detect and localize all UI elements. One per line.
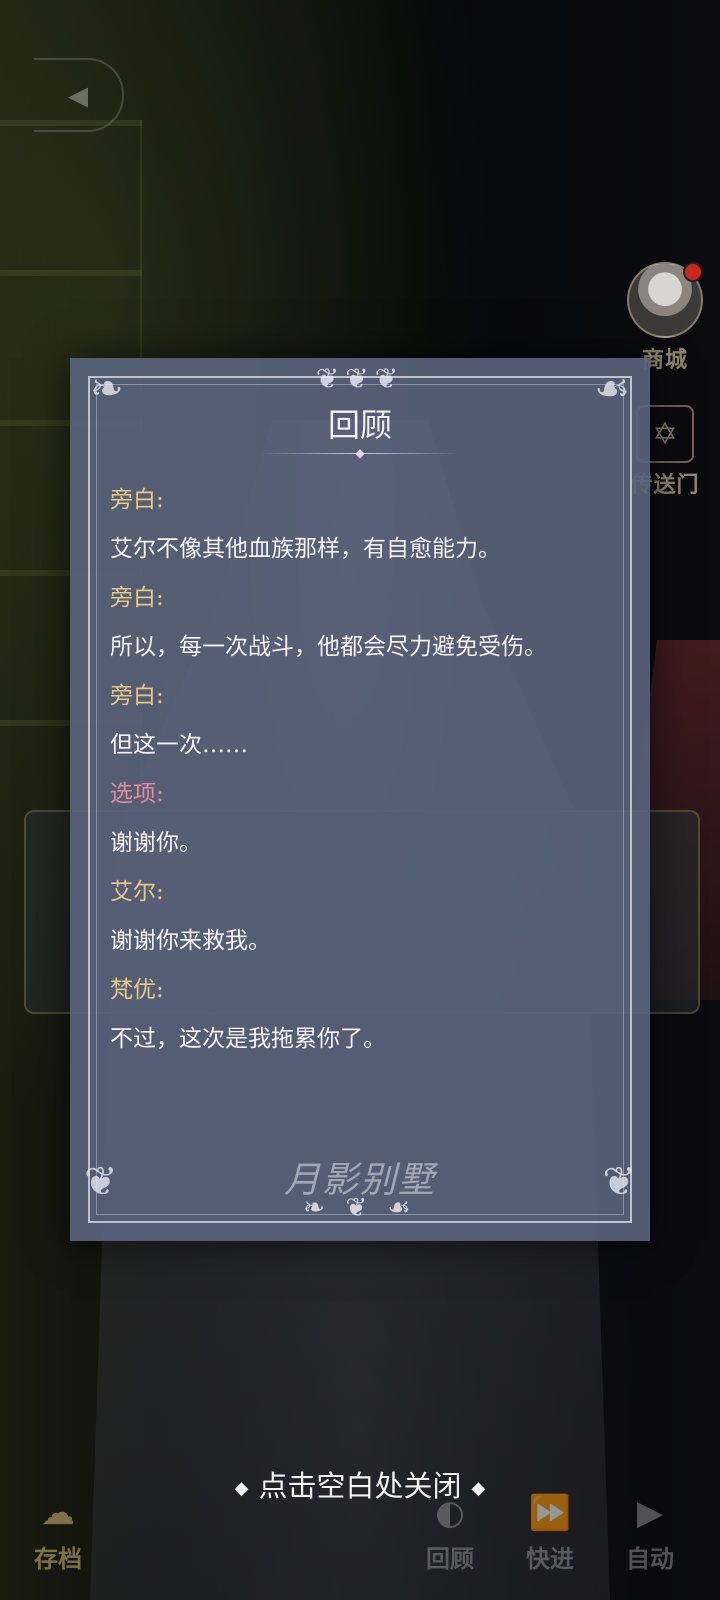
save-label: 存档 <box>34 1544 82 1573</box>
close-hint-label: 点击空白处关闭 <box>258 1469 462 1503</box>
diamond-icon: ◆ <box>234 1477 249 1499</box>
back-button[interactable]: ◂ <box>34 58 124 132</box>
review-log-modal: ❦❦❦ ❧ ☙ ❦ ❦ ❧ ❦ ☙ 月影别墅 回顾 ◆ 旁白: 艾尔不像其他血族… <box>70 358 650 1241</box>
dialogue-line: 谢谢你。 <box>110 830 202 856</box>
review-button[interactable]: ◐ 回顾 <box>410 1493 490 1574</box>
corner-ornament-icon: ❦ <box>602 1159 636 1205</box>
log-entry: 旁白: 艾尔不像其他血族那样，有自愈能力。 <box>110 476 620 574</box>
back-arrow-icon: ◂ <box>67 72 89 118</box>
speaker-name: 梵优: <box>110 977 164 1003</box>
speaker-name: 选项: <box>110 781 164 807</box>
speaker-name: 艾尔: <box>110 879 164 905</box>
dialogue-line: 但这一次…… <box>110 732 248 758</box>
fast-forward-label: 快进 <box>526 1544 574 1573</box>
dialogue-line: 所以，每一次战斗，他都会尽力避免受伤。 <box>110 634 547 660</box>
close-hint[interactable]: ◆ 点击空白处关闭 ◆ <box>0 1463 720 1505</box>
speaker-name: 旁白: <box>110 585 164 611</box>
top-ornament-icon: ❦❦❦ <box>315 362 405 395</box>
auto-label: 自动 <box>626 1544 674 1573</box>
dialogue-line: 艾尔不像其他血族那样，有自愈能力。 <box>110 536 501 562</box>
notification-dot <box>683 262 703 282</box>
fast-forward-button[interactable]: ⏩ 快进 <box>510 1493 590 1574</box>
review-label: 回顾 <box>426 1544 474 1573</box>
modal-title: 回顾 <box>327 406 392 444</box>
dialogue-line: 不过，这次是我拖累你了。 <box>110 1026 386 1052</box>
dialogue-line: 谢谢你来救我。 <box>110 928 271 954</box>
game-logo: 月影别墅 <box>283 1160 437 1201</box>
speaker-name: 旁白: <box>110 487 164 513</box>
log-entry: 梵优: 不过，这次是我拖累你了。 <box>110 966 620 1064</box>
log-entry: 旁白: 但这一次…… <box>110 672 620 770</box>
save-button[interactable]: ☁ 存档 <box>18 1493 98 1574</box>
speaker-name: 旁白: <box>110 683 164 709</box>
diamond-icon: ◆ <box>471 1477 486 1499</box>
log-entry: 旁白: 所以，每一次战斗，他都会尽力避免受伤。 <box>110 574 620 672</box>
log-entry: 艾尔: 谢谢你来救我。 <box>110 868 620 966</box>
log-entry: 选项: 谢谢你。 <box>110 770 620 868</box>
dialogue-log[interactable]: 旁白: 艾尔不像其他血族那样，有自愈能力。 旁白: 所以，每一次战斗，他都会尽力… <box>110 476 620 1064</box>
title-divider-gem-icon: ◆ <box>355 446 365 460</box>
corner-ornament-icon: ❦ <box>84 1159 118 1205</box>
shop-avatar <box>627 262 703 338</box>
auto-button[interactable]: ▶ 自动 <box>610 1493 690 1574</box>
